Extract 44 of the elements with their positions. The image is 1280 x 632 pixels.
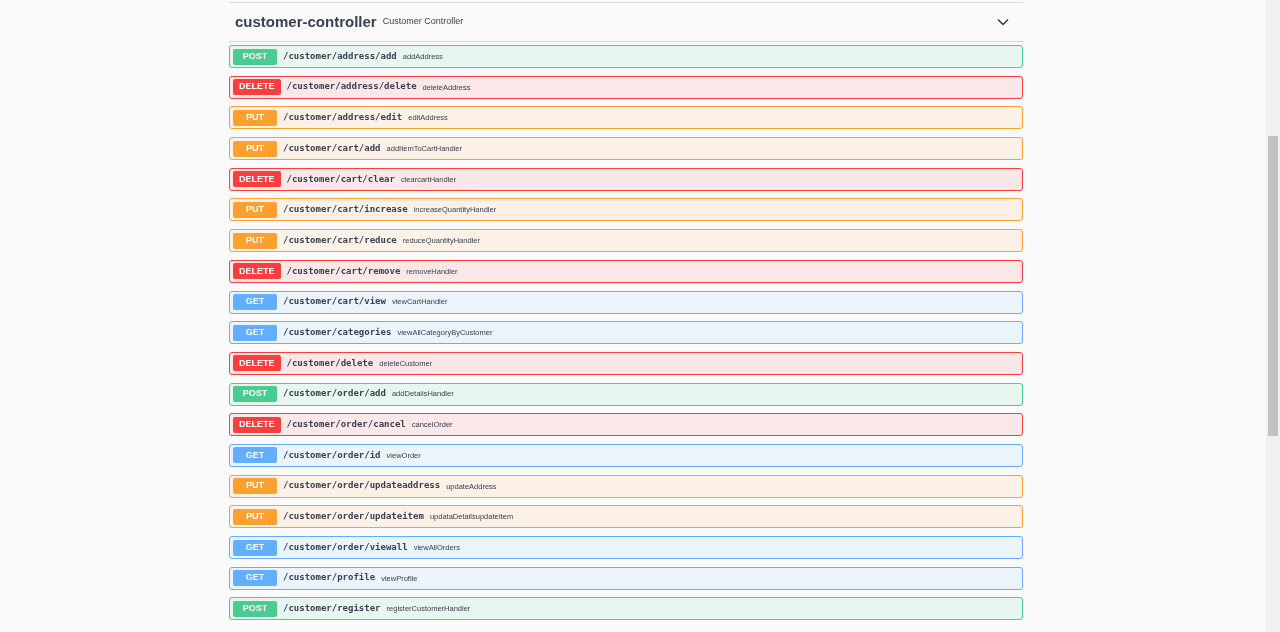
method-label: PUT — [233, 109, 277, 126]
method-label: PUT — [233, 201, 277, 218]
method-label: POST — [233, 386, 277, 403]
endpoint-path: /customer/order/updateitem — [283, 510, 424, 524]
endpoint-path: /customer/cart/reduce — [283, 233, 397, 247]
method-label: PUT — [233, 508, 277, 525]
method-label: GET — [233, 570, 277, 587]
endpoint-path: /customer/delete — [286, 356, 374, 370]
method-label: DELETE — [233, 171, 281, 188]
method-label: PUT — [233, 478, 277, 495]
method-label: DELETE — [233, 416, 281, 433]
endpoint-path: /customer/order/add — [283, 387, 386, 401]
endpoint-path: /customer/cart/increase — [283, 203, 408, 217]
endpoint-path: /customer/address/delete — [286, 80, 417, 94]
endpoint-path: /customer/categories — [283, 325, 392, 339]
method-label: PUT — [233, 232, 277, 249]
method-label: PUT — [233, 140, 277, 157]
endpoint-path: /customer/cart/remove — [286, 264, 401, 278]
method-label: POST — [233, 48, 277, 65]
scrollbar-thumb[interactable] — [1268, 136, 1278, 436]
method-label: DELETE — [233, 355, 281, 372]
endpoint-path: /customer/cart/add — [283, 141, 381, 155]
chevron-icon[interactable] — [997, 18, 1009, 26]
endpoint-path: /customer/profile — [283, 571, 376, 585]
endpoint-path: /customer/cart/view — [283, 295, 386, 309]
endpoint-path: /customer/address/edit — [283, 111, 403, 125]
endpoint-path: /customer/address/add — [283, 49, 397, 63]
method-label: POST — [233, 600, 277, 617]
endpoint-path: /customer/order/updateaddress — [283, 479, 441, 493]
endpoint-path: /customer/order/viewall — [283, 540, 408, 554]
endpoint-path: /customer/cart/clear — [286, 172, 395, 186]
endpoint-path: /customer/register — [283, 602, 381, 616]
method-label: DELETE — [233, 263, 281, 280]
scrollbar[interactable] — [1266, 0, 1280, 632]
tag-header[interactable]: customer-controller Customer Controller — [229, 2, 1023, 42]
method-label: GET — [233, 324, 277, 341]
method-label: DELETE — [233, 79, 281, 96]
method-label: GET — [233, 539, 277, 556]
section-title: customer-controller — [235, 11, 377, 32]
section-description: Customer Controller — [382, 15, 464, 29]
endpoint-path: /customer/order/cancel — [286, 418, 406, 431]
method-label: GET — [233, 447, 277, 464]
method-label: GET — [233, 294, 277, 310]
endpoint-path: /customer/order/id — [283, 448, 381, 462]
